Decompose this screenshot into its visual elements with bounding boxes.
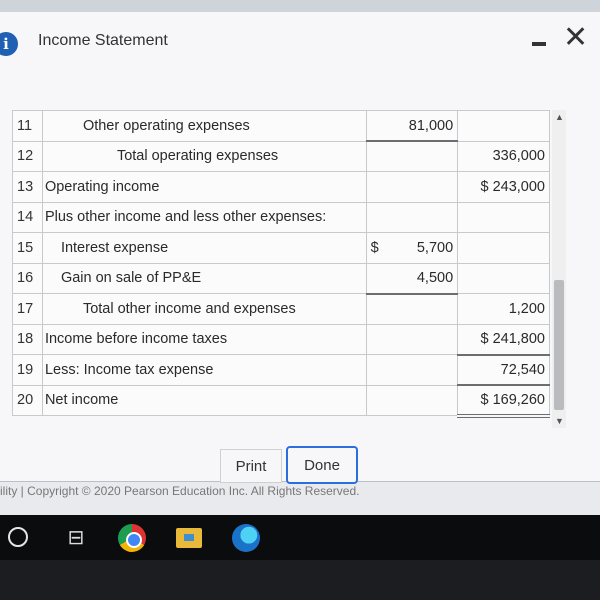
- row-label: Total operating expenses: [41, 140, 367, 172]
- table-row: 18 Income before income taxes $ 241,800: [12, 323, 550, 356]
- scroll-up-arrow-icon[interactable]: ▲: [555, 112, 564, 122]
- close-icon[interactable]: ✕: [563, 20, 588, 56]
- amount-value: $ 243,000: [480, 178, 545, 195]
- row-label: Net income: [41, 384, 367, 416]
- row-label: Gain on sale of PP&E: [41, 262, 367, 294]
- table-row: 20 Net income $ 169,260: [12, 384, 550, 418]
- minimize-icon[interactable]: [532, 42, 546, 46]
- amount-column-1: $5,700: [365, 232, 459, 264]
- amount-column-1: [365, 201, 459, 233]
- row-number: 18: [12, 323, 43, 355]
- amount-column-2: 72,540: [457, 354, 550, 386]
- done-button[interactable]: Done: [286, 446, 358, 484]
- edge-icon[interactable]: [232, 524, 260, 552]
- amount-column-1: [365, 354, 459, 386]
- table-row: 12 Total operating expenses 336,000: [12, 140, 550, 172]
- row-label: Income before income taxes: [41, 323, 367, 355]
- amount-column-2: [457, 201, 550, 233]
- taskbar: ⊟: [0, 515, 600, 560]
- table-row: 15 Interest expense $5,700: [12, 232, 550, 264]
- amount-column-1: [365, 293, 459, 325]
- amount-value: 4,500: [416, 270, 454, 286]
- dialog-title: Income Statement: [38, 32, 168, 49]
- row-number: 14: [12, 201, 43, 233]
- row-number: 16: [12, 262, 43, 294]
- amount-value: $ 241,800: [480, 331, 545, 347]
- amount-column-2: [457, 262, 550, 294]
- row-number: 13: [12, 171, 43, 203]
- file-explorer-icon[interactable]: [176, 528, 202, 548]
- table-row: 17 Total other income and expenses 1,200: [12, 293, 550, 325]
- table-row: 14 Plus other income and less other expen…: [12, 201, 550, 233]
- dialog-titlebar: i Income Statement ✕: [0, 12, 600, 70]
- print-button[interactable]: Print: [220, 449, 282, 483]
- row-label: Plus other income and less other expense…: [41, 201, 367, 233]
- amount-column-1: [365, 171, 459, 203]
- amount-column-2: 1,200: [457, 293, 550, 325]
- income-statement-table: 11 Other operating expenses 81,000 12 Total …: [12, 110, 550, 418]
- statement-table-area: 11 Other operating expenses 81,000 12 Total …: [12, 110, 572, 428]
- table-row: 11 Other operating expenses 81,000: [12, 110, 550, 142]
- amount-value: 336,000: [492, 148, 545, 165]
- row-number: 12: [12, 140, 43, 172]
- top-band: [0, 0, 600, 12]
- scrollbar-thumb[interactable]: [554, 280, 564, 410]
- amount-column-1: [365, 384, 459, 416]
- amount-value: 81,000: [408, 117, 454, 134]
- amount-column-2: 336,000: [457, 140, 550, 172]
- row-label: Operating income: [41, 171, 367, 203]
- amount-column-2: [457, 110, 550, 142]
- search-icon[interactable]: [8, 527, 28, 547]
- screen: i Income Statement ✕ 11 Other operating e…: [0, 0, 600, 515]
- row-label: Less: Income tax expense: [41, 354, 367, 386]
- row-label: Interest expense: [41, 232, 367, 264]
- info-icon: i: [0, 32, 18, 56]
- amount-column-2: $ 169,260: [457, 384, 550, 418]
- table-row: 19 Less: Income tax expense 72,540: [12, 354, 550, 386]
- table-row: 16 Gain on sale of PP&E 4,500: [12, 262, 550, 295]
- amount-column-1: 4,500: [365, 262, 459, 295]
- task-view-icon[interactable]: ⊟: [62, 524, 90, 552]
- vertical-scrollbar[interactable]: ▲ ▼: [552, 110, 566, 428]
- amount-column-1: 81,000: [365, 110, 459, 142]
- row-number: 11: [12, 110, 43, 142]
- income-statement-dialog: i Income Statement ✕ 11 Other operating e…: [0, 12, 600, 484]
- scroll-down-arrow-icon[interactable]: ▼: [555, 416, 564, 426]
- copyright-text: ility | Copyright © 2020 Pearson Educati…: [0, 484, 360, 498]
- row-number: 19: [12, 354, 43, 386]
- amount-value: 1,200: [508, 300, 545, 317]
- amount-value: 72,540: [500, 361, 545, 378]
- amount-column-2: $ 243,000: [457, 171, 550, 203]
- row-label: Other operating expenses: [41, 110, 367, 142]
- amount-column-1: [365, 323, 459, 355]
- amount-column-2: $ 241,800: [457, 323, 550, 356]
- dollar-sign: $: [370, 239, 379, 256]
- amount-column-2: [457, 232, 550, 264]
- row-label: Total other income and expenses: [41, 293, 367, 325]
- table-row: 13 Operating income $ 243,000: [12, 171, 550, 203]
- amount-value: $ 169,260: [480, 391, 545, 408]
- row-number: 20: [12, 384, 43, 416]
- row-number: 15: [12, 232, 43, 264]
- amount-column-1: [365, 140, 459, 172]
- row-number: 17: [12, 293, 43, 325]
- amount-value: 5,700: [416, 239, 454, 256]
- chrome-icon[interactable]: [118, 524, 146, 552]
